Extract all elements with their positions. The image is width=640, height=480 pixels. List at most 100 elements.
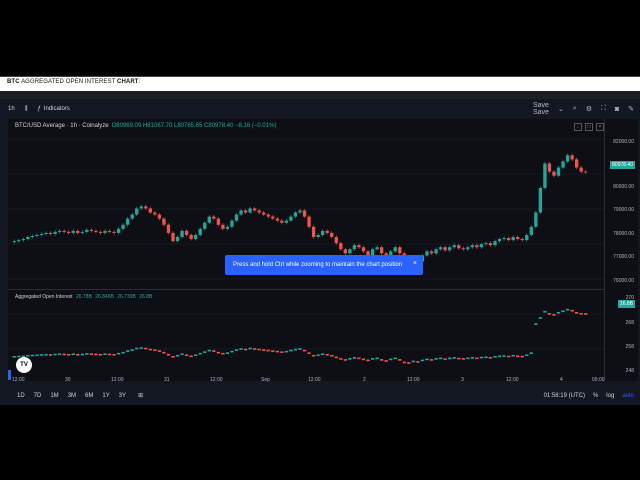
candle — [198, 228, 202, 235]
range-3y[interactable]: 3Y — [119, 393, 126, 399]
oi-candle — [475, 357, 479, 360]
interval-button[interactable]: 1h — [8, 106, 15, 112]
oi-candle — [534, 323, 538, 325]
draw-pencil-icon[interactable]: ✎ — [628, 105, 634, 113]
candle — [239, 210, 243, 215]
oi-candle — [565, 308, 570, 311]
oi-candle — [289, 349, 293, 352]
oi-candle — [180, 353, 184, 356]
oi-label: 268 — [625, 320, 634, 326]
candle — [438, 247, 443, 250]
oi-candle — [234, 349, 239, 351]
oi-candle — [511, 354, 515, 357]
candle — [457, 245, 461, 249]
oi-candle — [116, 352, 121, 355]
price-label: 76000.00 — [613, 278, 634, 284]
tradingview-logo[interactable]: TV — [16, 357, 32, 373]
candle — [289, 216, 293, 221]
candle — [266, 214, 270, 217]
oi-candle — [35, 354, 39, 357]
chart-area[interactable]: BTC/USD Average · 1h · Coinalyze O80969.0… — [8, 119, 638, 381]
zoom-hint-toast: Press and hold Ctrl while zooming to mai… — [225, 255, 423, 275]
candle — [511, 237, 515, 241]
oi-candle — [311, 354, 316, 357]
oi-candle — [438, 357, 443, 360]
candle — [561, 161, 565, 168]
pane-close-icon[interactable]: × — [596, 123, 604, 131]
indicators-button[interactable]: ƒ Indicators — [37, 106, 69, 112]
range-3m[interactable]: 3M — [68, 393, 76, 399]
close-icon[interactable]: × — [413, 260, 417, 267]
oi-badge: 26.8B — [617, 300, 635, 308]
candle — [189, 234, 193, 240]
oi-candle — [189, 355, 193, 358]
clock-label[interactable]: 01:58:19 (UTC) — [544, 393, 585, 399]
search-icon[interactable]: ⌕ — [573, 105, 577, 113]
chart-canvas[interactable] — [8, 119, 638, 381]
oi-candle — [216, 351, 221, 354]
time-axis[interactable]: 12:00 30 12:00 31 12:00 Sep 12:00 2 12:0… — [8, 376, 638, 386]
oi-candle — [162, 351, 166, 354]
oi-candle — [12, 355, 16, 358]
price-axis[interactable]: 82000.00 80978.40 80000.00 79000.00 7800… — [604, 119, 638, 381]
save-button[interactable]: Save Save — [524, 102, 549, 116]
candle — [547, 163, 552, 172]
oi-candle — [280, 351, 284, 353]
goto-date-icon[interactable]: ⊞ — [138, 392, 143, 399]
candle — [67, 231, 71, 233]
camera-icon[interactable]: ◙ — [615, 106, 619, 113]
oi-candle — [334, 356, 338, 359]
candle — [243, 210, 248, 213]
oi-candle — [125, 350, 130, 352]
candles-type-icon[interactable]: ⫼ — [25, 106, 28, 113]
range-7d[interactable]: 7D — [34, 393, 42, 399]
banner-bold-chart: CHART — [117, 79, 139, 85]
candle — [212, 216, 216, 219]
fullscreen-icon[interactable]: ⛶ — [601, 105, 606, 113]
oi-candle — [325, 353, 329, 356]
range-6m[interactable]: 6M — [85, 393, 93, 399]
oi-candle — [39, 354, 44, 356]
oi-title[interactable]: Aggregated Open Interest — [15, 294, 73, 300]
oi-candle — [398, 359, 402, 361]
oi-candle — [53, 353, 57, 356]
oi-legend: Aggregated Open Interest 26.78B 26.846B … — [15, 294, 152, 300]
range-1d[interactable]: 1D — [17, 393, 25, 399]
pane-divider[interactable] — [8, 289, 604, 290]
oi-candle — [452, 357, 456, 359]
oi-candle — [357, 357, 361, 360]
oi-candle — [257, 348, 261, 351]
candle — [80, 231, 84, 233]
pane-down-icon[interactable]: ↓ — [574, 123, 582, 131]
gear-icon[interactable]: ⚙ — [586, 105, 592, 113]
oi-candle — [361, 358, 366, 361]
oi-candle — [221, 352, 225, 355]
candle — [144, 206, 148, 209]
candle — [479, 244, 484, 248]
oi-candle — [484, 356, 488, 359]
percent-toggle[interactable]: % — [593, 393, 598, 399]
oi-candle — [525, 354, 529, 357]
chevron-down-icon[interactable]: ⌄ — [558, 105, 564, 113]
range-1m[interactable]: 1M — [50, 393, 58, 399]
oi-candle — [171, 355, 175, 358]
range-1y[interactable]: 1Y — [102, 393, 109, 399]
oi-candle — [248, 347, 252, 350]
symbol-label[interactable]: BTC/USD Average · 1h · Coinalyze — [15, 123, 109, 129]
oi-candle — [225, 352, 230, 354]
oi-candle — [584, 313, 588, 315]
oi-candle — [94, 353, 98, 356]
time-label: 2 — [363, 377, 366, 383]
oi-candle — [574, 311, 579, 314]
candle — [76, 230, 80, 233]
time-label: 09:00 — [592, 377, 605, 383]
candle — [157, 214, 162, 219]
auto-toggle[interactable]: auto — [622, 393, 634, 399]
oi-candle — [252, 348, 257, 350]
candle — [30, 235, 35, 238]
oi-candle — [243, 348, 248, 351]
pane-maximize-icon[interactable]: □ — [585, 123, 593, 131]
oi-candle — [184, 354, 189, 357]
candle — [398, 247, 402, 254]
log-toggle[interactable]: log — [606, 393, 614, 399]
